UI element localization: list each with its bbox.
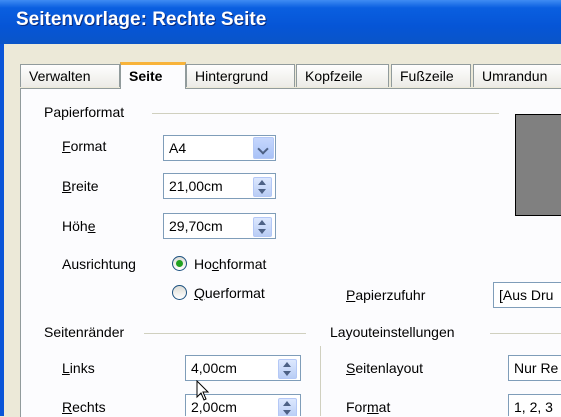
width-value: 21,00cm [169, 178, 223, 194]
left-margin-value: 4,00cm [191, 360, 237, 376]
tab-verwalten[interactable]: Verwalten [20, 64, 120, 87]
window-title: Seitenvorlage: Rechte Seite [16, 9, 267, 30]
chevron-down-icon[interactable] [253, 137, 274, 159]
mouse-pointer-icon [196, 380, 210, 401]
format-select[interactable]: A4 [163, 135, 276, 161]
paper-format-group-label: Papierformat [44, 104, 125, 120]
left-margin-spin-icon[interactable] [278, 359, 297, 379]
paper-tray-label: Papierzufuhr [346, 287, 426, 303]
left-margin-label: Links [62, 360, 95, 376]
numbering-format-select[interactable]: 1, 2, 3 [508, 394, 561, 416]
group-divider [320, 346, 321, 416]
title-bar: Seitenvorlage: Rechte Seite [0, 0, 561, 44]
paper-tray-value: [Aus Dru [499, 287, 554, 303]
page-layout-select[interactable]: Nur Re [508, 355, 561, 381]
paper-tray-select[interactable]: [Aus Dru [493, 282, 561, 308]
numbering-format-label: Format [346, 399, 391, 415]
numbering-format-value: 1, 2, 3 [514, 399, 553, 415]
page-layout-value: Nur Re [514, 360, 559, 376]
left-margin-field[interactable]: 4,00cm [185, 355, 301, 381]
format-label: Format [62, 138, 107, 154]
height-field[interactable]: 29,70cm [163, 213, 276, 239]
tab-fusszeile[interactable]: Fußzeile [391, 64, 471, 87]
landscape-label[interactable]: Querformat [194, 285, 265, 301]
landscape-radio[interactable] [172, 285, 187, 300]
page-preview [515, 114, 561, 216]
right-margin-spin-icon[interactable] [278, 398, 297, 416]
tab-strip: Verwalten Seite Hintergrund Kopfzeile Fu… [20, 62, 561, 89]
layout-separator [490, 333, 561, 334]
right-margin-label: Rechts [62, 399, 106, 415]
height-spin-icon[interactable] [253, 217, 272, 237]
width-spin-icon[interactable] [253, 177, 272, 197]
paper-format-separator [152, 113, 499, 114]
page-layout-label: Seitenlayout [346, 360, 424, 376]
width-label: Breite [62, 178, 99, 194]
tab-umrandung[interactable]: Umrandun [473, 64, 561, 87]
portrait-label[interactable]: Hochformat [194, 256, 266, 272]
portrait-radio[interactable] [172, 256, 187, 271]
tab-seite[interactable]: Seite [120, 62, 186, 89]
format-value: A4 [169, 140, 187, 156]
height-value: 29,70cm [169, 218, 223, 234]
tab-hintergrund[interactable]: Hintergrund [186, 64, 295, 87]
layout-group-label: Layouteinstellungen [330, 324, 455, 340]
width-field[interactable]: 21,00cm [163, 173, 276, 199]
margins-separator [144, 333, 306, 334]
height-label: Höhe [62, 218, 96, 234]
orientation-label: Ausrichtung [62, 256, 136, 272]
margins-group-label: Seitenränder [44, 324, 125, 340]
tab-kopfzeile[interactable]: Kopfzeile [296, 64, 389, 87]
